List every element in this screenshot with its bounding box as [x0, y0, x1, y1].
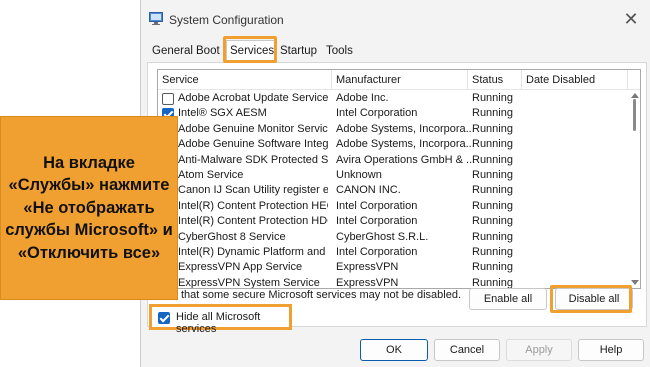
table-row[interactable]: ExpressVPN App Service ExpressVPN Runnin… [158, 260, 626, 275]
service-name: Atom Service [178, 169, 244, 181]
service-name: Anti-Malware SDK Protected Ser... [178, 153, 328, 166]
table-row[interactable]: Canon IJ Scan Utility register ev... CAN… [158, 183, 626, 198]
service-name: Adobe Acrobat Update Service [178, 92, 328, 104]
service-status: Running [472, 230, 513, 243]
scroll-down-arrow-icon[interactable] [631, 280, 639, 285]
service-manufacturer: ExpressVPN [336, 276, 399, 289]
service-checkbox[interactable] [162, 92, 174, 105]
service-manufacturer: Adobe Inc. [336, 92, 389, 104]
window-title: System Configuration [169, 13, 284, 27]
service-status: Running [472, 92, 513, 104]
tab-tools[interactable]: Tools [323, 42, 356, 62]
apply-button[interactable]: Apply [506, 339, 572, 361]
table-row[interactable]: Adobe Acrobat Update Service Adobe Inc. … [158, 91, 626, 106]
services-list[interactable]: Service Manufacturer Status Date Disable… [157, 69, 641, 289]
table-row[interactable]: Intel(R) Dynamic Platform and T... Intel… [158, 245, 626, 260]
table-row[interactable]: Adobe Genuine Software Integri... Adobe … [158, 137, 626, 152]
hide-ms-checkbox-box[interactable] [158, 312, 170, 324]
service-manufacturer: Unknown [336, 169, 382, 181]
title-bar: System Configuration ✕ [141, 0, 650, 40]
service-manufacturer: Intel Corporation [336, 107, 418, 120]
scrollbar-thumb[interactable] [633, 99, 636, 131]
instruction-callout: На вкладке «Службы» нажмите «Не отобража… [0, 116, 178, 300]
msconfig-app-icon [149, 12, 163, 25]
table-row[interactable]: Adobe Genuine Monitor Service Adobe Syst… [158, 122, 626, 137]
service-manufacturer: Intel Corporation [336, 246, 418, 258]
table-row[interactable]: Intel(R) Content Protection HECI... Inte… [158, 199, 626, 214]
service-manufacturer: CANON INC. [336, 184, 401, 197]
close-icon: ✕ [623, 9, 639, 29]
service-name: ExpressVPN System Service [178, 276, 320, 289]
service-name: Canon IJ Scan Utility register ev... [178, 184, 328, 197]
service-manufacturer: Intel Corporation [336, 215, 418, 228]
help-button[interactable]: Help [578, 339, 644, 361]
vertical-scrollbar[interactable] [628, 90, 640, 288]
column-header-status[interactable]: Status [468, 70, 522, 90]
service-status: Running [472, 153, 513, 166]
tab-startup[interactable]: Startup [277, 42, 320, 62]
callout-text: На вкладке «Службы» нажмите «Не отобража… [5, 153, 173, 262]
service-manufacturer: Adobe Systems, Incorpora... [336, 122, 475, 135]
service-status: Running [472, 246, 513, 258]
services-tab-highlight [223, 36, 277, 63]
service-status: Running [472, 215, 513, 228]
service-manufacturer: CyberGhost S.R.L. [336, 230, 429, 243]
cancel-button[interactable]: Cancel [434, 339, 500, 361]
list-header: Service Manufacturer Status Date Disable… [158, 70, 640, 90]
column-header-service[interactable]: Service [158, 70, 332, 90]
service-status: Running [472, 169, 513, 181]
table-row[interactable]: Intel(R) Content Protection HDC... Intel… [158, 214, 626, 229]
enable-all-button[interactable]: Enable all [469, 288, 547, 310]
column-header-manufacturer[interactable]: Manufacturer [332, 70, 468, 90]
service-status: Running [472, 138, 513, 151]
disable-all-highlight [550, 285, 632, 313]
service-status: Running [472, 107, 513, 120]
service-name: Intel(R) Content Protection HDC... [178, 215, 328, 228]
tab-boot[interactable]: Boot [193, 42, 223, 62]
column-header-date-disabled[interactable]: Date Disabled [522, 70, 628, 90]
service-status: Running [472, 184, 513, 197]
table-row[interactable]: CyberGhost 8 Service CyberGhost S.R.L. R… [158, 230, 626, 245]
service-name: CyberGhost 8 Service [178, 230, 286, 243]
service-manufacturer: Intel Corporation [336, 199, 418, 212]
table-row[interactable]: Anti-Malware SDK Protected Ser... Avira … [158, 153, 626, 168]
service-status: Running [472, 261, 513, 274]
service-name: Intel(R) Content Protection HECI... [178, 199, 328, 212]
service-manufacturer: Adobe Systems, Incorpora... [336, 138, 475, 151]
scroll-up-arrow-icon[interactable] [631, 93, 639, 98]
service-status: Running [472, 199, 513, 212]
close-button[interactable]: ✕ [619, 8, 643, 30]
hide-microsoft-services-checkbox[interactable]: Hide all Microsoft services [149, 304, 292, 335]
service-manufacturer: Avira Operations GmbH & ... [336, 153, 476, 166]
service-name: ExpressVPN App Service [178, 261, 303, 274]
service-name: Intel(R) Dynamic Platform and T... [178, 246, 328, 258]
service-name: Adobe Genuine Software Integri... [178, 138, 328, 151]
table-row[interactable]: Atom Service Unknown Running [158, 168, 626, 183]
service-status: Running [472, 122, 513, 135]
service-manufacturer: ExpressVPN [336, 261, 399, 274]
tab-general[interactable]: General [149, 42, 196, 62]
service-name: Intel® SGX AESM [178, 107, 267, 120]
service-name: Adobe Genuine Monitor Service [178, 122, 328, 135]
table-row[interactable]: Intel® SGX AESM Intel Corporation Runnin… [158, 106, 626, 121]
ok-button[interactable]: OK [360, 339, 428, 361]
hide-ms-label: Hide all Microsoft services [176, 311, 261, 335]
microsoft-services-note: that some secure Microsoft services may … [181, 289, 462, 301]
